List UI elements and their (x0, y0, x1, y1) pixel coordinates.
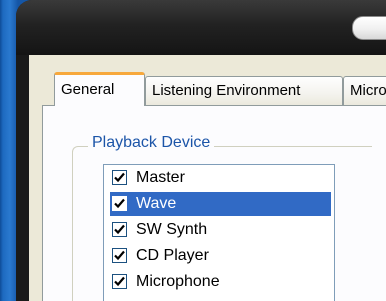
tab-label: Listening Environment (152, 82, 301, 99)
checkbox-wave[interactable] (112, 196, 127, 211)
checkbox-sw-synth[interactable] (112, 222, 127, 237)
checkmark-icon (114, 198, 125, 209)
checkmark-icon (114, 172, 125, 183)
tab-general[interactable]: General (54, 72, 145, 106)
playback-device-legend: Playback Device (88, 134, 215, 152)
checkmark-icon (114, 224, 125, 235)
list-item-label: Wave (136, 195, 177, 212)
tab-microphone[interactable]: Microphone (343, 76, 386, 105)
list-item-sw-synth[interactable]: SW Synth (110, 218, 331, 242)
list-item-wave[interactable]: Wave (110, 192, 331, 216)
list-item-master[interactable]: Master (110, 166, 331, 190)
tab-label: General (61, 81, 115, 98)
checkmark-icon (114, 276, 125, 287)
list-item-label: CD Player (136, 247, 209, 264)
tab-panel-edge (381, 107, 386, 301)
tab-listening-environment[interactable]: Listening Environment (145, 76, 343, 105)
checkbox-master[interactable] (112, 170, 127, 185)
checkbox-microphone[interactable] (112, 274, 127, 289)
list-item-label: Microphone (136, 273, 220, 290)
title-bar-control[interactable] (352, 16, 386, 40)
list-item-label: SW Synth (136, 221, 208, 238)
checkmark-icon (114, 250, 125, 261)
list-item-label: Master (136, 169, 185, 186)
tab-label: Microphone (350, 82, 386, 99)
checkbox-cd-player[interactable] (112, 248, 127, 263)
title-bar (16, 0, 386, 55)
list-item-cd-player[interactable]: CD Player (110, 244, 331, 268)
list-item-microphone[interactable]: Microphone (110, 270, 331, 294)
